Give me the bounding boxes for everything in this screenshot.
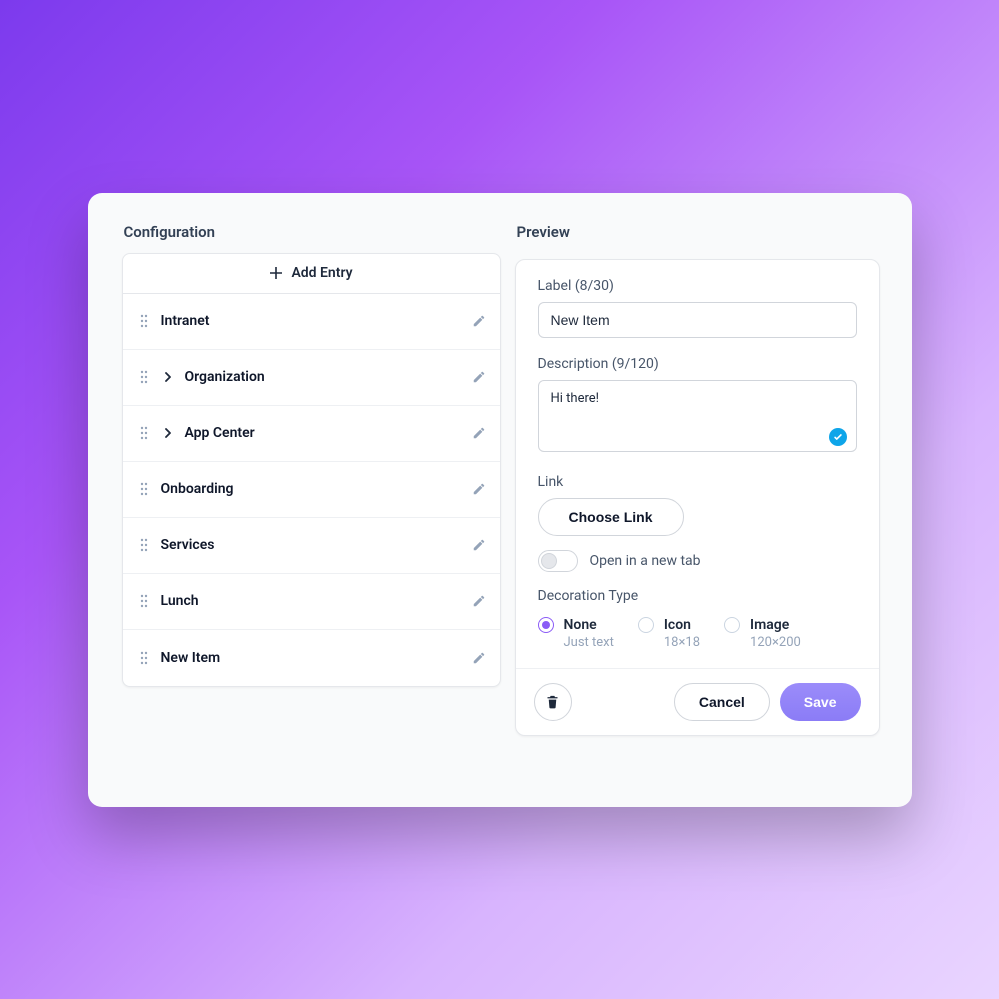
label-field-label: Label (8/30) bbox=[538, 278, 857, 294]
tree-row-label: Services bbox=[161, 537, 462, 553]
plus-icon bbox=[269, 266, 283, 280]
drag-handle-icon[interactable] bbox=[137, 314, 151, 328]
new-tab-label: Open in a new tab bbox=[590, 553, 701, 569]
edit-icon[interactable] bbox=[472, 370, 486, 384]
decoration-option-sub: 18×18 bbox=[664, 634, 700, 652]
preview-title: Preview bbox=[517, 223, 880, 241]
edit-icon[interactable] bbox=[472, 651, 486, 665]
tree-row[interactable]: Services bbox=[123, 518, 500, 574]
tree-row-label: Lunch bbox=[161, 593, 462, 609]
edit-icon[interactable] bbox=[472, 426, 486, 440]
decoration-option[interactable]: Image120×200 bbox=[724, 616, 801, 652]
save-button[interactable]: Save bbox=[780, 683, 861, 721]
tree-row-label: Intranet bbox=[161, 313, 462, 329]
entries-list: Add Entry Intranet Organization App Center… bbox=[122, 253, 501, 687]
tree-row[interactable]: New Item bbox=[123, 630, 500, 686]
decoration-label: Decoration Type bbox=[538, 588, 857, 604]
tree-row[interactable]: App Center bbox=[123, 406, 500, 462]
decoration-option-label: None bbox=[564, 616, 614, 635]
edit-icon[interactable] bbox=[472, 314, 486, 328]
tree-row[interactable]: Intranet bbox=[123, 294, 500, 350]
radio-icon[interactable] bbox=[638, 617, 654, 633]
choose-link-button[interactable]: Choose Link bbox=[538, 498, 684, 536]
preview-column: Preview Label (8/30) Description (9/120)… bbox=[515, 223, 880, 773]
tree-row[interactable]: Onboarding bbox=[123, 462, 500, 518]
check-icon bbox=[829, 428, 847, 446]
decoration-option-label: Icon bbox=[664, 616, 700, 635]
drag-handle-icon[interactable] bbox=[137, 370, 151, 384]
add-entry-button[interactable]: Add Entry bbox=[123, 254, 500, 294]
new-tab-toggle[interactable] bbox=[538, 550, 578, 572]
radio-icon[interactable] bbox=[538, 617, 554, 633]
drag-handle-icon[interactable] bbox=[137, 651, 151, 665]
chevron-right-icon[interactable] bbox=[161, 372, 175, 382]
toggle-knob bbox=[541, 553, 557, 569]
label-input[interactable] bbox=[538, 302, 857, 338]
cancel-button[interactable]: Cancel bbox=[674, 683, 770, 721]
tree-row-label: App Center bbox=[185, 425, 462, 441]
drag-handle-icon[interactable] bbox=[137, 594, 151, 608]
configuration-column: Configuration Add Entry Intranet Organiza… bbox=[122, 223, 501, 773]
description-textarea[interactable] bbox=[538, 380, 857, 452]
description-field-label: Description (9/120) bbox=[538, 356, 857, 372]
tree-row-label: Organization bbox=[185, 369, 462, 385]
trash-icon bbox=[545, 694, 560, 709]
decoration-option[interactable]: NoneJust text bbox=[538, 616, 614, 652]
configuration-title: Configuration bbox=[124, 223, 501, 241]
add-entry-label: Add Entry bbox=[291, 265, 352, 281]
tree-row-label: Onboarding bbox=[161, 481, 462, 497]
chevron-right-icon[interactable] bbox=[161, 428, 175, 438]
radio-icon[interactable] bbox=[724, 617, 740, 633]
tree-row-label: New Item bbox=[161, 650, 462, 666]
decoration-option[interactable]: Icon18×18 bbox=[638, 616, 700, 652]
edit-icon[interactable] bbox=[472, 538, 486, 552]
drag-handle-icon[interactable] bbox=[137, 482, 151, 496]
delete-button[interactable] bbox=[534, 683, 572, 721]
edit-icon[interactable] bbox=[472, 482, 486, 496]
link-label: Link bbox=[538, 474, 857, 490]
preview-card: Label (8/30) Description (9/120) Link Ch… bbox=[515, 259, 880, 736]
decoration-option-sub: Just text bbox=[564, 634, 614, 652]
decoration-option-sub: 120×200 bbox=[750, 634, 801, 652]
tree-row[interactable]: Organization bbox=[123, 350, 500, 406]
drag-handle-icon[interactable] bbox=[137, 538, 151, 552]
edit-icon[interactable] bbox=[472, 594, 486, 608]
tree-row[interactable]: Lunch bbox=[123, 574, 500, 630]
decoration-option-label: Image bbox=[750, 616, 801, 635]
config-dialog: Configuration Add Entry Intranet Organiza… bbox=[88, 193, 912, 807]
drag-handle-icon[interactable] bbox=[137, 426, 151, 440]
